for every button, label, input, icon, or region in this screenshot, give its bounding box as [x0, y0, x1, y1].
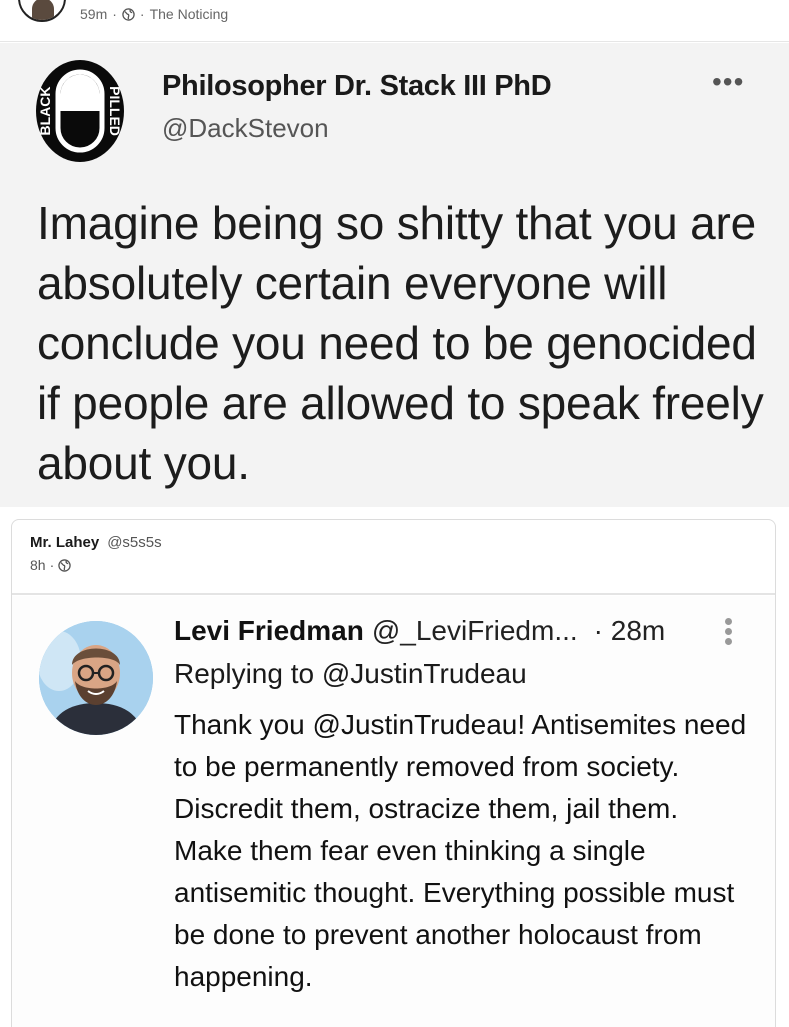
tweet-text: Imagine being so shitty that you are abs…	[37, 197, 764, 489]
tweet-handle: @DackStevon	[162, 113, 329, 143]
more-options-icon: •••	[712, 66, 745, 97]
replying-to: Replying to @JustinTrudeau	[174, 658, 527, 689]
quoted-post[interactable]: Mr. Lahey @s5s5s 8h · Levi Friedman @_Le…	[11, 519, 776, 1027]
logo-text-left: BLACK	[37, 87, 53, 136]
globe-icon	[58, 558, 71, 572]
quoted-tweet-text: Thank you @JustinTrudeau! Antisemites ne…	[174, 709, 747, 992]
post-header: 59m · · The Noticing	[0, 0, 789, 42]
quoted-tweet-screenshot: Levi Friedman @_LeviFriedm... · 28m Repl…	[12, 596, 775, 1027]
quote-author-name[interactable]: Mr. Lahey	[30, 534, 99, 551]
avatar[interactable]	[18, 0, 66, 22]
post-time[interactable]: 59m	[80, 6, 107, 22]
divider	[12, 593, 775, 595]
tweet-display-name: Philosopher Dr. Stack III PhD	[162, 70, 552, 102]
quoted-tweet-time: · 28m	[593, 615, 666, 646]
quoted-tweet-header: Levi Friedman @_LeviFriedm... · 28m	[174, 615, 665, 647]
more-options-icon	[725, 618, 733, 646]
quoted-tweet-handle: @_LeviFriedm...	[371, 615, 578, 646]
globe-icon	[122, 7, 135, 21]
quoted-tweet-display-name: Levi Friedman	[174, 615, 364, 646]
avatar	[39, 621, 153, 735]
logo-text-right: PILLED	[107, 86, 123, 136]
black-pilled-logo: BLACK PILLED	[36, 60, 124, 162]
community-link[interactable]: The Noticing	[150, 6, 229, 22]
quote-author: Mr. Lahey @s5s5s	[30, 534, 162, 551]
quote-time: 8h	[30, 557, 46, 573]
post-meta: 59m · · The Noticing	[80, 6, 229, 22]
quote-author-handle: @s5s5s	[107, 534, 162, 551]
quote-meta: 8h ·	[30, 557, 71, 573]
